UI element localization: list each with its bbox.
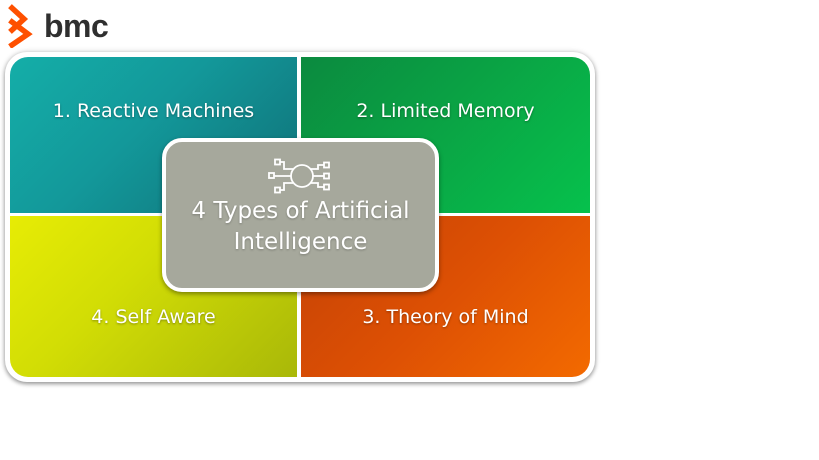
quadrant-label: 1. Reactive Machines: [52, 100, 255, 122]
quadrant-label: 3. Theory of Mind: [362, 306, 529, 328]
bmc-logo-mark-icon: [8, 4, 33, 48]
bmc-logo: bmc: [8, 4, 109, 48]
logo-text: bmc: [44, 8, 109, 44]
quadrant-label: 2. Limited Memory: [356, 100, 535, 122]
ai-circuit-icon: [267, 158, 330, 194]
diagram-title: 4 Types of Artificial Intelligence: [191, 198, 410, 255]
quadrant-label: 4. Self Aware: [91, 306, 216, 328]
center-title-box: 4 Types of Artificial Intelligence: [162, 138, 439, 292]
